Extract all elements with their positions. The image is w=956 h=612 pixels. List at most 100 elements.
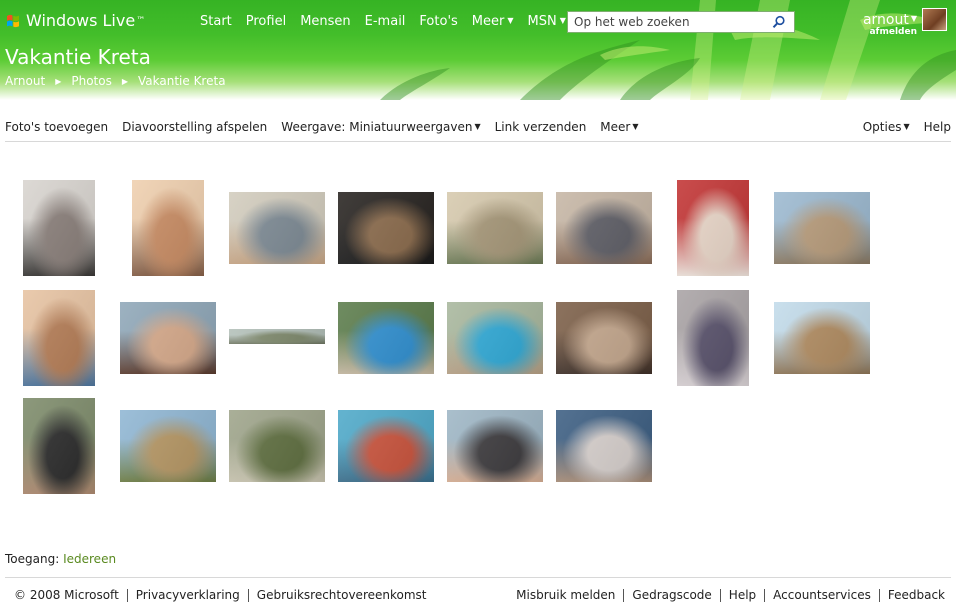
- chevron-down-icon: ▼: [507, 16, 514, 25]
- web-search-box: [567, 11, 795, 33]
- thumbnail-shading: [132, 180, 204, 276]
- add-photos-button[interactable]: Foto's toevoegen: [5, 120, 108, 141]
- footer-right-links: Misbruik melden Gedragscode Help Accountser…: [516, 589, 945, 602]
- photo-thumbnail-family-group[interactable]: [556, 410, 652, 482]
- nav-item-foto-s[interactable]: Foto's: [419, 14, 457, 29]
- footer-link-2008-microsoft: © 2008 Microsoft: [14, 588, 119, 602]
- access-label: Toegang:: [5, 552, 60, 566]
- user-menu[interactable]: arnout ▼ afmelden: [863, 12, 917, 37]
- thumbnail-shading: [338, 192, 434, 264]
- photo-thumbnail-pool-float[interactable]: [338, 410, 434, 482]
- nav-item-label: Start: [200, 14, 232, 29]
- photo-thumbnail-mother-standing[interactable]: [23, 398, 95, 494]
- photo-thumbnail-family-seaside[interactable]: [447, 410, 543, 482]
- brand-name: Windows Live: [26, 11, 136, 30]
- view-mode-label: Weergave: Miniatuurweergaven: [281, 120, 473, 134]
- photo-thumbnail-toddler-smile[interactable]: [23, 290, 95, 386]
- thumbnail-shading: [677, 290, 749, 386]
- footer-left-links: © 2008 Microsoft Privacyverklaring Gebruik…: [14, 589, 427, 602]
- breadcrumb: Arnout ▶ Photos ▶ Vakantie Kreta: [5, 74, 226, 88]
- web-search-input[interactable]: [568, 15, 768, 29]
- nav-item-label: Profiel: [245, 14, 287, 29]
- photo-thumbnail-dinner-night[interactable]: [338, 192, 434, 264]
- breadcrumb-user[interactable]: Arnout: [5, 74, 45, 88]
- footer-link-gedragscode[interactable]: Gedragscode: [623, 589, 719, 602]
- photo-thumbnail-panorama-hills[interactable]: [229, 329, 325, 344]
- thumbnail-shading: [23, 398, 95, 494]
- photo-thumbnail-family-cave[interactable]: [556, 302, 652, 374]
- photo-thumbnail-toddler-face[interactable]: [132, 180, 204, 276]
- nav-item-meer[interactable]: Meer ▼: [472, 14, 514, 29]
- breadcrumb-photos[interactable]: Photos: [71, 74, 111, 88]
- footer-link-help[interactable]: Help: [719, 589, 764, 602]
- photo-thumbnail-stroller-road[interactable]: [774, 192, 870, 264]
- help-link[interactable]: Help: [924, 120, 951, 134]
- photo-thumbnail-baby-red-chair[interactable]: [677, 180, 749, 276]
- footer-link-gebruiksrechtovereenkomst[interactable]: Gebruiksrechtovereenkomst: [247, 589, 427, 602]
- footer-link-feedback[interactable]: Feedback: [878, 589, 945, 602]
- thumbnail-shading: [447, 302, 543, 374]
- user-name[interactable]: arnout: [863, 12, 909, 28]
- nav-item-profiel[interactable]: Profiel: [246, 14, 286, 29]
- play-slideshow-button[interactable]: Diavoorstelling afspelen: [122, 120, 267, 141]
- photo-thumbnail-pool-garden[interactable]: [338, 302, 434, 374]
- access-value-link[interactable]: Iedereen: [63, 552, 116, 566]
- thumbnail-shading: [229, 192, 325, 264]
- photo-thumbnail-baby-in-carrier[interactable]: [677, 290, 749, 386]
- windows-flag-icon: [7, 14, 19, 27]
- top-navigation: Start Profiel Mensen E-mail Foto's Meer ▼ MSN ▼: [200, 14, 580, 29]
- nav-item-label: MSN: [527, 14, 557, 29]
- photo-thumbnail-trees-path[interactable]: [229, 410, 325, 482]
- photo-thumbnail-pool-swimmer[interactable]: [447, 302, 543, 374]
- photo-thumbnail-family-terrace[interactable]: [556, 192, 652, 264]
- search-icon[interactable]: [772, 15, 786, 29]
- photo-thumbnail-mother-and-child[interactable]: [120, 302, 216, 374]
- page-title: Vakantie Kreta: [5, 45, 151, 69]
- thumbnail-shading: [120, 302, 216, 374]
- more-menu-label: Meer: [600, 120, 631, 134]
- chevron-down-icon: ▼: [903, 122, 910, 131]
- footer-link-privacyverklaring[interactable]: Privacyverklaring: [126, 589, 248, 602]
- breadcrumb-album[interactable]: Vakantie Kreta: [138, 74, 226, 88]
- options-menu-label: Opties: [862, 120, 902, 134]
- photo-thumbnail-kids-on-sunbed[interactable]: [229, 192, 325, 264]
- thumbnail-shading: [556, 410, 652, 482]
- send-link-button[interactable]: Link verzenden: [495, 120, 587, 141]
- thumbnail-shading: [338, 302, 434, 374]
- sign-out-link[interactable]: afmelden: [863, 27, 917, 37]
- thumbnail-shading: [774, 192, 870, 264]
- chevron-down-icon: ▼: [559, 16, 566, 25]
- breadcrumb-arrow-icon: ▶: [55, 76, 62, 86]
- thumbnail-shading: [677, 180, 749, 276]
- chevron-down-icon: ▼: [632, 122, 639, 131]
- photo-thumbnail-grid: [23, 180, 903, 500]
- windows-live-logo[interactable]: Windows Live ™: [6, 11, 145, 30]
- thumbnail-shading: [556, 302, 652, 374]
- thumbnail-shading: [338, 410, 434, 482]
- nav-item-label: Mensen: [300, 14, 351, 29]
- brand-trademark: ™: [136, 15, 146, 26]
- thumbnail-shading: [23, 180, 95, 276]
- nav-item-msn[interactable]: MSN ▼: [528, 14, 566, 29]
- chevron-down-icon: ▼: [910, 14, 917, 23]
- access-setting: Toegang: Iedereen: [5, 552, 116, 566]
- photo-thumbnail-garden-hut[interactable]: [120, 410, 216, 482]
- chevron-down-icon: ▼: [474, 122, 481, 131]
- thumbnail-shading: [556, 192, 652, 264]
- nav-item-start[interactable]: Start: [200, 14, 232, 29]
- header-banner: Windows Live ™ Start Profiel Mensen E-mail Fo…: [0, 0, 956, 100]
- more-menu[interactable]: Meer ▼: [600, 120, 638, 141]
- view-mode-menu[interactable]: Weergave: Miniatuurweergaven ▼: [281, 120, 480, 141]
- photo-thumbnail-baby-portrait[interactable]: [23, 180, 95, 276]
- footer-link-misbruik-melden[interactable]: Misbruik melden: [516, 589, 623, 602]
- thumbnail-shading: [229, 410, 325, 482]
- photo-thumbnail-stone-house[interactable]: [774, 302, 870, 374]
- thumbnail-shading: [229, 329, 325, 344]
- nav-item-e-mail[interactable]: E-mail: [365, 14, 406, 29]
- options-menu[interactable]: Opties ▼: [863, 120, 910, 134]
- photo-thumbnail-villa-courtyard[interactable]: [447, 192, 543, 264]
- footer-link-accountservices[interactable]: Accountservices: [764, 589, 879, 602]
- avatar[interactable]: [922, 8, 947, 31]
- nav-item-label: Foto's: [419, 14, 458, 29]
- nav-item-mensen[interactable]: Mensen: [300, 14, 350, 29]
